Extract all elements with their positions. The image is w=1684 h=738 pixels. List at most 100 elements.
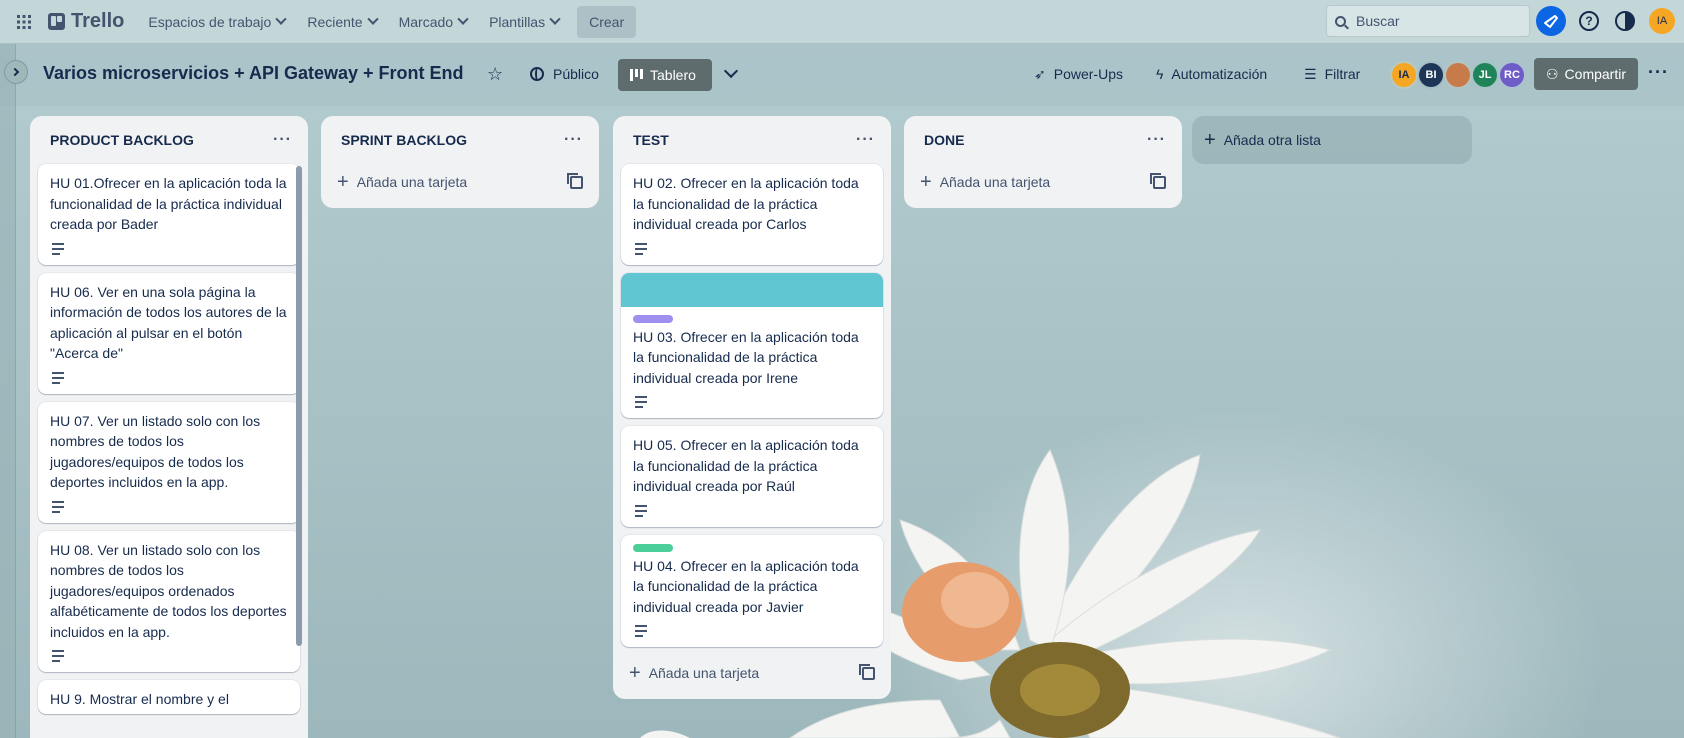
- description-icon: [635, 625, 647, 637]
- help-icon[interactable]: ?: [1579, 11, 1599, 31]
- list-card[interactable]: HU 07. Ver un listado solo con los nombr…: [38, 401, 300, 523]
- board-view-icon: [630, 69, 644, 81]
- share-button[interactable]: ⚇ Compartir: [1534, 58, 1638, 90]
- member-avatar[interactable]: RC: [1498, 61, 1526, 89]
- expand-sidebar-button[interactable]: [4, 60, 28, 84]
- board-view-button[interactable]: Tablero: [618, 59, 712, 91]
- star-icon[interactable]: ☆: [487, 64, 503, 85]
- collapsed-sidebar: [0, 44, 16, 738]
- card-title: HU 05. Ofrecer en la aplicación toda la …: [633, 437, 859, 494]
- plus-icon: +: [337, 171, 349, 193]
- plus-icon: +: [1204, 129, 1216, 151]
- card-title: HU 9. Mostrar el nombre y el: [50, 691, 229, 707]
- search-placeholder: Buscar: [1356, 13, 1400, 29]
- list-card[interactable]: HU 06. Ver en una sola página la informa…: [38, 272, 300, 394]
- automation-button[interactable]: ϟ Automatización: [1156, 58, 1267, 90]
- card-title: HU 03. Ofrecer en la aplicación toda la …: [633, 328, 859, 386]
- filter-icon: ☰: [1304, 65, 1317, 82]
- card-label-purple[interactable]: [633, 314, 673, 323]
- trello-logo-icon: [48, 13, 65, 30]
- list-card[interactable]: HU 05. Ofrecer en la aplicación toda la …: [621, 426, 883, 527]
- plus-icon: +: [629, 662, 641, 684]
- add-list-button[interactable]: + Añada otra lista: [1192, 116, 1472, 164]
- card-template-icon[interactable]: [567, 172, 583, 189]
- card-template-icon[interactable]: [859, 663, 875, 680]
- filter-label: Filtrar: [1324, 66, 1361, 82]
- member-avatar[interactable]: IA: [1390, 61, 1418, 89]
- chevron-down-icon: [275, 13, 287, 25]
- visibility-button[interactable]: Público: [530, 58, 599, 90]
- list-card[interactable]: HU 9. Mostrar el nombre y el: [38, 680, 300, 714]
- nav-workspaces[interactable]: Espacios de trabajo: [138, 6, 295, 38]
- grid-icon: [17, 14, 31, 29]
- add-card-label: Añada una tarjeta: [648, 665, 760, 681]
- app-switcher-icon[interactable]: [10, 8, 38, 36]
- list-card[interactable]: HU 03. Ofrecer en la aplicación toda la …: [621, 272, 883, 418]
- list-header: SPRINT BACKLOG ···: [329, 116, 591, 164]
- card-cover: [621, 272, 883, 307]
- member-avatar[interactable]: [1444, 61, 1472, 89]
- list-done: DONE ··· + Añada una tarjeta: [904, 116, 1182, 208]
- powerups-button[interactable]: ➶ Power-Ups: [1034, 58, 1123, 90]
- card-title: HU 08. Ver un listado solo con los nombr…: [50, 541, 287, 640]
- list-card[interactable]: HU 02. Ofrecer en la aplicación toda la …: [621, 164, 883, 265]
- board-menu-icon[interactable]: ···: [1648, 62, 1669, 83]
- nav-recent[interactable]: Reciente: [297, 6, 386, 38]
- trello-logo[interactable]: Trello: [48, 10, 124, 33]
- add-card-label: Añada una tarjeta: [939, 174, 1051, 190]
- list-scrollbar[interactable]: [296, 166, 302, 646]
- description-icon: [52, 500, 64, 513]
- list-title[interactable]: TEST: [633, 132, 669, 148]
- nav-recent-label: Reciente: [307, 13, 363, 30]
- lightning-icon: ϟ: [1156, 66, 1164, 82]
- add-card-button[interactable]: + Añada una tarjeta: [621, 655, 883, 691]
- share-label: Compartir: [1564, 66, 1627, 82]
- list-product-backlog: PRODUCT BACKLOG ··· HU 01.Ofrecer en la …: [30, 116, 308, 738]
- list-test: TEST ··· HU 02. Ofrecer en la aplicación…: [613, 116, 891, 699]
- chevron-right-icon: [10, 67, 20, 77]
- user-avatar[interactable]: IA: [1649, 8, 1675, 34]
- card-title: HU 07. Ver un listado solo con los nombr…: [50, 412, 261, 491]
- nav-starred-label: Marcado: [398, 13, 454, 30]
- nav-starred[interactable]: Marcado: [389, 6, 477, 38]
- card-title: HU 04. Ofrecer en la aplicación toda la …: [633, 557, 859, 615]
- list-menu-icon[interactable]: ···: [564, 131, 583, 149]
- trello-logo-text: Trello: [71, 10, 125, 32]
- card-label-green[interactable]: [633, 543, 673, 552]
- list-card[interactable]: HU 08. Ver un listado solo con los nombr…: [38, 530, 300, 672]
- filter-button[interactable]: ☰ Filtrar: [1304, 58, 1360, 90]
- description-icon: [635, 396, 647, 408]
- theme-toggle-icon[interactable]: [1615, 11, 1635, 31]
- add-card-button[interactable]: + Añada una tarjeta: [329, 164, 591, 200]
- add-list-label: Añada otra lista: [1223, 132, 1321, 148]
- nav-templates[interactable]: Plantillas: [479, 6, 569, 38]
- description-icon: [52, 242, 64, 255]
- list-card[interactable]: HU 01.Ofrecer en la aplicación toda la f…: [38, 164, 300, 265]
- card-title: HU 06. Ver en una sola página la informa…: [50, 283, 287, 362]
- card-template-icon[interactable]: [1150, 172, 1166, 189]
- megaphone-icon: [1544, 15, 1558, 28]
- description-icon: [635, 504, 647, 517]
- notifications-button[interactable]: [1536, 6, 1566, 36]
- list-menu-icon[interactable]: ···: [856, 131, 875, 149]
- nav-templates-label: Plantillas: [489, 13, 546, 30]
- search-input[interactable]: Buscar: [1326, 5, 1530, 37]
- list-card[interactable]: HU 04. Ofrecer en la aplicación toda la …: [621, 534, 883, 647]
- add-card-button[interactable]: + Añada una tarjeta: [912, 164, 1174, 200]
- list-title[interactable]: SPRINT BACKLOG: [341, 132, 467, 148]
- chevron-down-icon: [366, 13, 379, 25]
- list-menu-icon[interactable]: ···: [1147, 131, 1166, 149]
- top-navigation-bar: Trello Espacios de trabajo Reciente Marc…: [0, 0, 1684, 44]
- board-title[interactable]: Varios microservicios + API Gateway + Fr…: [43, 63, 464, 84]
- list-menu-icon[interactable]: ···: [273, 131, 292, 149]
- member-avatar[interactable]: JL: [1471, 61, 1499, 89]
- list-title[interactable]: DONE: [924, 132, 964, 148]
- chevron-down-icon: [549, 13, 561, 25]
- description-icon: [635, 242, 647, 255]
- nav-workspaces-label: Espacios de trabajo: [148, 13, 272, 30]
- globe-icon: [530, 67, 544, 81]
- list-title[interactable]: PRODUCT BACKLOG: [50, 132, 194, 148]
- create-button[interactable]: Crear: [577, 5, 637, 38]
- list-header: PRODUCT BACKLOG ···: [38, 116, 300, 164]
- member-avatar[interactable]: BI: [1417, 61, 1445, 89]
